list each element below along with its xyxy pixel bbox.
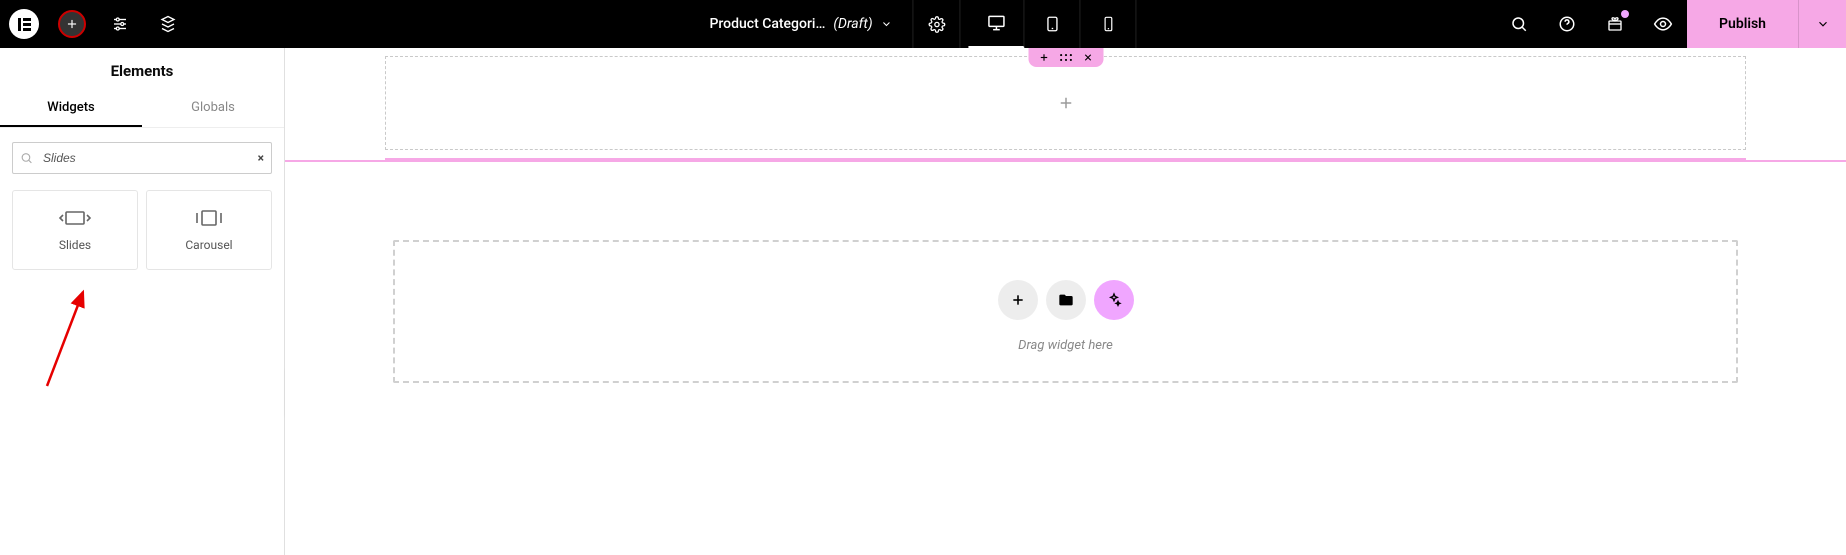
widget-slides[interactable]: Slides <box>12 190 138 270</box>
structure-button[interactable] <box>144 0 192 48</box>
topbar-right: Publish <box>1495 0 1846 48</box>
device-desktop[interactable] <box>969 0 1025 48</box>
annotation-arrow <box>39 284 99 394</box>
dropzone-buttons <box>395 280 1736 320</box>
search-icon <box>20 152 33 165</box>
elementor-logo-icon <box>9 9 39 39</box>
empty-column[interactable] <box>385 56 1746 150</box>
search-input[interactable] <box>12 142 272 174</box>
section-add-button[interactable] <box>1038 52 1049 63</box>
device-mobile[interactable] <box>1081 0 1137 48</box>
slides-icon <box>58 208 92 228</box>
page-settings-button[interactable] <box>913 0 961 48</box>
finder-search-button[interactable] <box>1495 0 1543 48</box>
add-section-button[interactable] <box>998 280 1038 320</box>
section-toolbar <box>1028 48 1103 67</box>
preview-button[interactable] <box>1639 0 1687 48</box>
publish-label: Publish <box>1719 16 1766 32</box>
widget-carousel[interactable]: Carousel <box>146 190 272 270</box>
responsive-device-tabs <box>969 0 1137 48</box>
ai-section-button[interactable] <box>1094 280 1134 320</box>
selected-section[interactable] <box>385 56 1746 160</box>
document-title: Product Categori… <box>709 16 825 32</box>
editor-canvas: Drag widget here <box>285 48 1846 555</box>
add-element-button[interactable] <box>48 0 96 48</box>
elements-panel: Elements Widgets Globals × Slides <box>0 48 285 555</box>
elementor-logo[interactable] <box>0 0 48 48</box>
panel-title: Elements <box>0 48 284 90</box>
widget-label: Carousel <box>185 238 232 252</box>
widget-results: Slides Carousel <box>0 190 284 270</box>
widget-label: Slides <box>59 238 91 252</box>
top-bar: Product Categori… (Draft) <box>0 0 1846 48</box>
document-menu-chevron[interactable] <box>881 18 893 30</box>
whats-new-button[interactable] <box>1591 0 1639 48</box>
plus-icon <box>58 10 86 38</box>
publish-options-button[interactable] <box>1798 0 1846 48</box>
add-widget-icon[interactable] <box>1057 94 1075 112</box>
new-section-dropzone[interactable]: Drag widget here <box>393 240 1738 383</box>
device-tablet[interactable] <box>1025 0 1081 48</box>
dropzone-text: Drag widget here <box>395 338 1736 353</box>
clear-search-button[interactable]: × <box>258 151 264 165</box>
publish-button[interactable]: Publish <box>1687 0 1798 48</box>
widget-search: × <box>12 142 272 174</box>
document-status: (Draft) <box>833 16 872 32</box>
section-selection-line <box>285 160 1846 162</box>
document-header: Product Categori… (Draft) <box>709 0 1136 48</box>
add-template-button[interactable] <box>1046 280 1086 320</box>
tab-globals[interactable]: Globals <box>142 90 284 127</box>
panel-tabs: Widgets Globals <box>0 90 284 128</box>
site-settings-button[interactable] <box>96 0 144 48</box>
notification-dot <box>1621 10 1629 18</box>
section-delete-button[interactable] <box>1082 52 1093 63</box>
help-button[interactable] <box>1543 0 1591 48</box>
carousel-icon <box>192 208 226 228</box>
topbar-left <box>0 0 192 48</box>
section-drag-handle[interactable] <box>1059 52 1072 63</box>
tab-widgets[interactable]: Widgets <box>0 90 142 127</box>
